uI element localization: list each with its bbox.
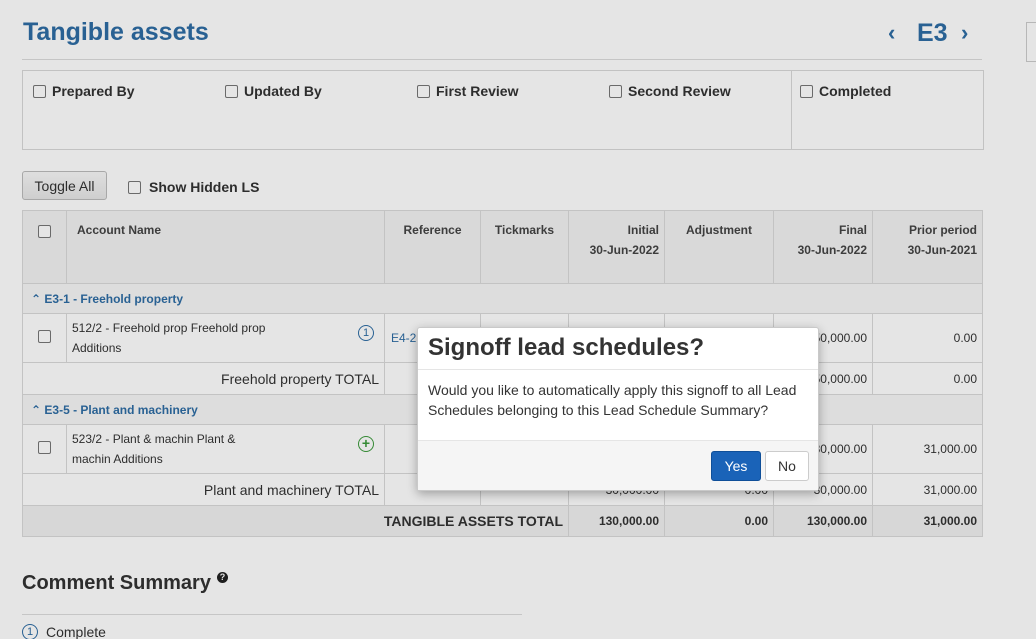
dialog-divider bbox=[418, 369, 818, 370]
dialog-title: Signoff lead schedules? bbox=[428, 334, 705, 361]
dialog-message: Would you like to automatically apply th… bbox=[428, 382, 797, 418]
yes-button[interactable]: Yes bbox=[711, 451, 761, 481]
no-button[interactable]: No bbox=[765, 451, 809, 481]
dialog-footer: Yes No bbox=[418, 440, 818, 490]
modal-backdrop bbox=[0, 0, 1036, 639]
signoff-dialog: Signoff lead schedules? Would you like t… bbox=[417, 327, 819, 491]
